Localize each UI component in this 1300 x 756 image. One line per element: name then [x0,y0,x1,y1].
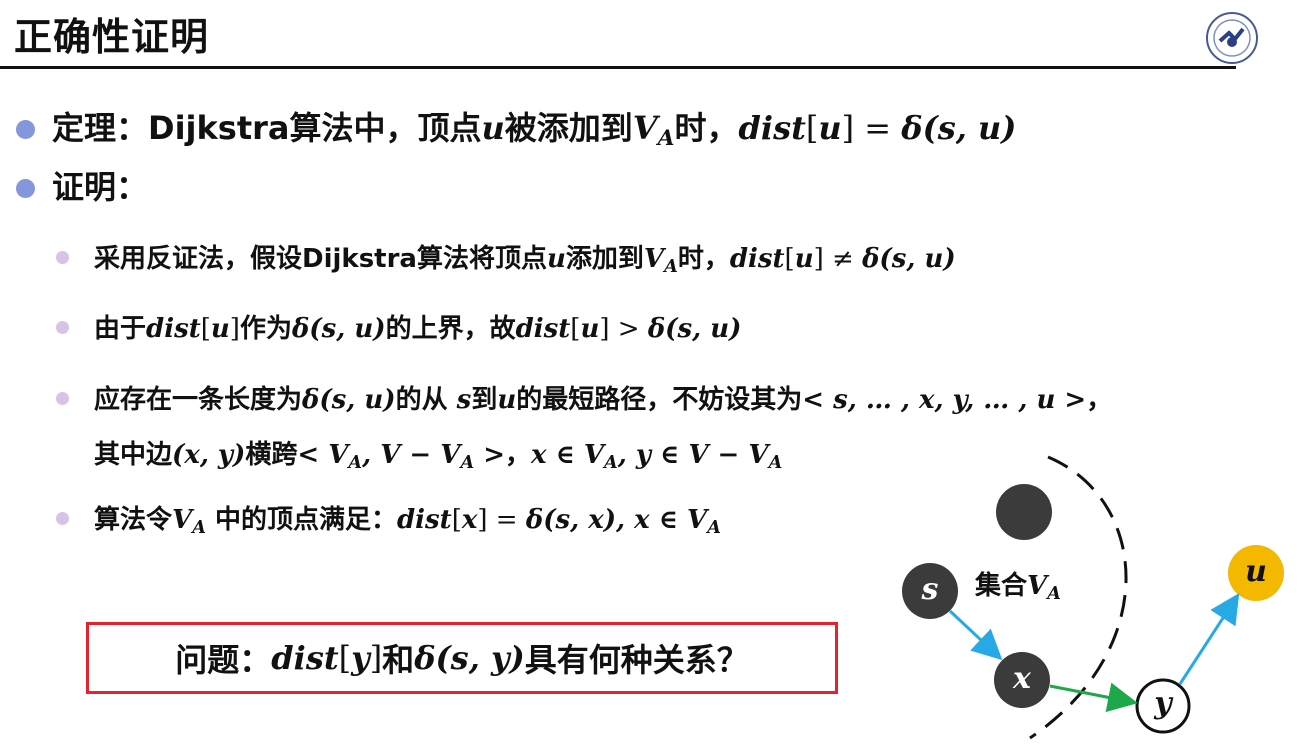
edge-y-u [1178,592,1240,685]
shortest-path-diagram [902,455,1284,740]
node-u-label: u [1245,554,1267,589]
node-x-label: x [1013,661,1031,696]
set-va-label: 集合VA [975,571,1061,604]
node-s-label: s [921,572,939,607]
edge-x-y [1049,682,1138,713]
node-unnamed [996,484,1052,540]
edge-s-x [948,609,1003,661]
node-y-label: y [1154,686,1172,721]
